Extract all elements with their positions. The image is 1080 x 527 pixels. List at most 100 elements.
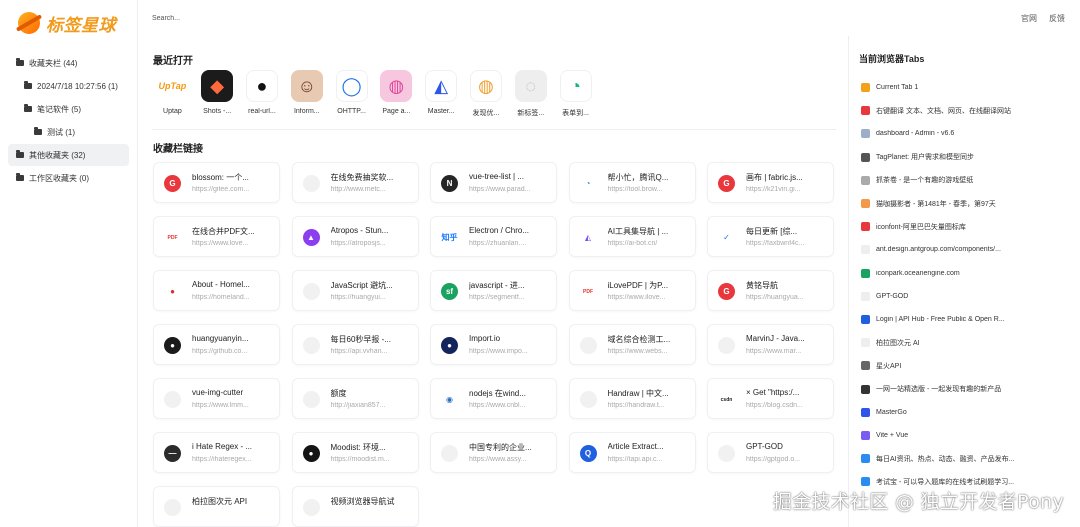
recent-item[interactable]: ◌ 新标签...	[508, 70, 553, 118]
sidebar-folder-item[interactable]: 收藏夹栏 (44)	[8, 52, 129, 74]
avatar-photo: ☺	[290, 70, 323, 102]
search-input[interactable]	[152, 11, 452, 25]
recent-item[interactable]: UpTap Uptap	[150, 70, 195, 118]
q-icon: Q	[579, 445, 597, 462]
bookmark-url: https://www.parad...	[469, 186, 531, 193]
bookmark-card[interactable]: Handraw | 中文... https://handraw.t...	[568, 378, 696, 419]
bookmark-card[interactable]: ◉ nodejs 在wind... https://www.cnbl...	[430, 378, 557, 419]
recent-item[interactable]: ● real-url...	[240, 70, 285, 118]
bookmark-card[interactable]: ● Moodist: 环境... https://moodist.m...	[291, 432, 419, 473]
bookmark-card[interactable]: JavaScript 避坑... https://huangyui...	[291, 270, 419, 311]
bookmark-card[interactable]: ◭ AI工具集导航 | ... https://ai-bot.cn/	[568, 216, 696, 257]
bookmark-card[interactable]: G 黄铭导航 https://huangyua...	[707, 270, 834, 311]
sidebar-folder-item[interactable]: 笔记软件 (5)	[8, 98, 129, 120]
bookmark-title: huangyuanyin...	[192, 334, 249, 343]
blank-icon	[718, 445, 735, 462]
browser-tab-item[interactable]: 猫咖摄影者 - 第1481年 - 春季，第97天	[861, 192, 1076, 215]
blank-icon	[861, 291, 870, 301]
browser-tab-label: 柏拉图次元 AI	[876, 339, 920, 347]
blank-icon	[579, 337, 597, 354]
browser-tab-item[interactable]: GPT-GOD	[861, 285, 1076, 308]
bookmark-card[interactable]: Gblossom: 一个... https://gitee.com...	[153, 162, 280, 203]
dashboard-icon	[861, 129, 870, 139]
bookmark-card[interactable]: Q Article Extract... https://tapi.api.c...	[568, 432, 696, 473]
bookmark-card[interactable]: 知乎 Electron / Chro... https://zhuanlan....	[430, 216, 557, 257]
bookmark-card[interactable]: ● About - Homel... https://homeland...	[153, 270, 280, 311]
folder-icon	[24, 81, 32, 89]
recent-item[interactable]: ◭ Master...	[419, 70, 464, 118]
bookmark-title: JavaScript 避坑...	[330, 281, 393, 290]
bookmark-card[interactable]: 中国专利的企业... https://www.assy...	[430, 432, 557, 473]
browser-tab-item[interactable]: Current Tab 1	[861, 76, 1076, 99]
bookmark-card[interactable]: ◔ 帮小忙，腾讯Q... https://tool.brow...	[568, 162, 696, 203]
recent-item[interactable]: ◯ OHTTP...	[329, 70, 374, 118]
browser-tab-item[interactable]: 星火API	[861, 354, 1076, 377]
browser-tab-item[interactable]: 一网一站精选版 - 一起发现有趣的新产品	[861, 377, 1076, 400]
bookmark-url: https://www.love...	[192, 240, 249, 247]
browser-tab-item[interactable]: ant.design.antgroup.com/components/...	[861, 238, 1076, 261]
bookmark-card[interactable]: 每日60秒早报 -... https://api.vvhan...	[291, 324, 419, 365]
browser-tab-item[interactable]: Login | API Hub - Free Public & Open R..…	[861, 308, 1076, 331]
browser-tab-item[interactable]: 抓茶卷 - 是一个有趣的游戏壁纸	[861, 169, 1076, 192]
recent-item[interactable]: ◍ 发现优...	[464, 70, 509, 118]
browser-tab-label: 抓茶卷 - 是一个有趣的游戏壁纸	[876, 177, 974, 185]
recent-item-label: 表单到...	[562, 110, 589, 117]
recent-item[interactable]: ◍ Page a...	[374, 70, 419, 118]
bookmark-card[interactable]: G 画布 | fabric.js... https://k21vin.gi...	[707, 162, 834, 203]
bookmark-card[interactable]: ▲ Atropos - Stun... https://atroposjs...	[291, 216, 419, 257]
planet-icon	[18, 12, 40, 34]
recent-item[interactable]: ☺ Inform...	[284, 70, 329, 118]
browser-tab-item[interactable]: dashboard - Admin - v6.6	[861, 122, 1076, 145]
bookmark-card[interactable]: 在线免费抽奖软... http://www.metc...	[291, 162, 419, 203]
sidebar-folder-item[interactable]: 其他收藏夹 (32)	[8, 144, 129, 166]
blank-icon	[164, 391, 181, 408]
recent-item[interactable]: ◆ Shots -...	[195, 70, 240, 118]
bookmark-card[interactable]: vue-img-cutter https://www.lmm...	[153, 378, 280, 419]
bookmark-card[interactable]: ● Import.io https://www.impo...	[430, 324, 557, 365]
browser-tab-item[interactable]: TagPlanet: 用户需求和模型同步	[861, 146, 1076, 169]
recent-item[interactable]: ◔ 表单到...	[553, 70, 598, 118]
bookmark-title: Electron / Chro...	[469, 226, 530, 235]
official-site-link[interactable]: 官网	[1021, 13, 1037, 24]
bookmark-title: blossom: 一个...	[192, 173, 249, 182]
bookmark-card[interactable]: 柏拉图次元 API	[153, 486, 280, 527]
browser-tab-item[interactable]: 每日AI资讯、热点、动态、融资、产品发布...	[861, 447, 1076, 470]
browser-tab-item[interactable]: MasterGo	[861, 401, 1076, 424]
bookmark-card[interactable]: — i Hate Regex - ... https://ihateregex...	[153, 432, 280, 473]
bookmark-card[interactable]: ✓ 每日更新 [综... https://faxbwnf4c...	[707, 216, 834, 257]
bookmark-card[interactable]: 视频浏览器导航试	[291, 486, 419, 527]
blank-icon	[302, 337, 320, 354]
app-logo[interactable]: 标签星球	[18, 10, 116, 36]
bookmark-card[interactable]: 额度 http://jiaxian857...	[291, 378, 419, 419]
sidebar-folder-item[interactable]: 测试 (1)	[8, 121, 129, 143]
bookmark-card[interactable]: PDF 在线合并PDF文... https://www.love...	[153, 216, 280, 257]
feedback-link[interactable]: 反馈	[1049, 13, 1065, 24]
browser-tab-item[interactable]: 右键翻译 文本、文档、网页、在线翻译网站	[861, 99, 1076, 122]
bookmark-title: 在线免费抽奖软...	[330, 173, 394, 182]
browser-tab-item[interactable]: iconpark.oceanengine.com	[861, 262, 1076, 285]
bookmark-card[interactable]: MarvinJ - Java... https://www.mar...	[707, 324, 834, 365]
recent-list: UpTap Uptap ◆ Shots -... ● real-url... ☺ Inform…	[150, 70, 598, 118]
bookmark-card[interactable]: GPT-GOD https://gptgod.o...	[707, 432, 834, 473]
browser-tab-item[interactable]: iconfont-阿里巴巴矢量图标库	[861, 215, 1076, 238]
top-bar: 官网 反馈	[138, 0, 1080, 36]
browser-tab-label: 猫咖摄影者 - 第1481年 - 春季，第97天	[876, 200, 996, 208]
translate-icon	[861, 106, 870, 116]
browser-tab-item[interactable]: Vite + Vue	[861, 424, 1076, 447]
leaf-icon	[861, 175, 870, 185]
sidebar-folder-item[interactable]: 2024/7/18 10:27:56 (1)	[8, 75, 129, 97]
bookmark-card[interactable]: Nvue-tree-list | ... https://www.parad...	[430, 162, 557, 203]
github-icon: ●	[164, 337, 181, 354]
bookmark-url: https://huangyua...	[746, 294, 804, 301]
bookmark-card[interactable]: PDF iLovePDF | 为P... https://www.ilove...	[568, 270, 696, 311]
github-icon	[861, 152, 870, 162]
bookmark-url: https://www.ilove...	[607, 294, 666, 301]
bookmark-card[interactable]: 域名综合检测工... https://www.webs...	[568, 324, 696, 365]
bookmark-title: 每日60秒早报 -...	[330, 335, 391, 344]
browser-tab-item[interactable]: 柏拉图次元 AI	[861, 331, 1076, 354]
bookmark-card[interactable]: sf javascript - 进... https://segmentf...	[430, 270, 557, 311]
sidebar-folder-item[interactable]: 工作区收藏夹 (0)	[8, 167, 129, 189]
bookmark-card[interactable]: csdn × Get "https:/... https://blog.csdn..…	[707, 378, 834, 419]
bookmark-card[interactable]: ● huangyuanyin... https://github.co...	[153, 324, 280, 365]
watermark: 掘金技术社区 @ 独立开发者Pony	[772, 491, 1064, 513]
